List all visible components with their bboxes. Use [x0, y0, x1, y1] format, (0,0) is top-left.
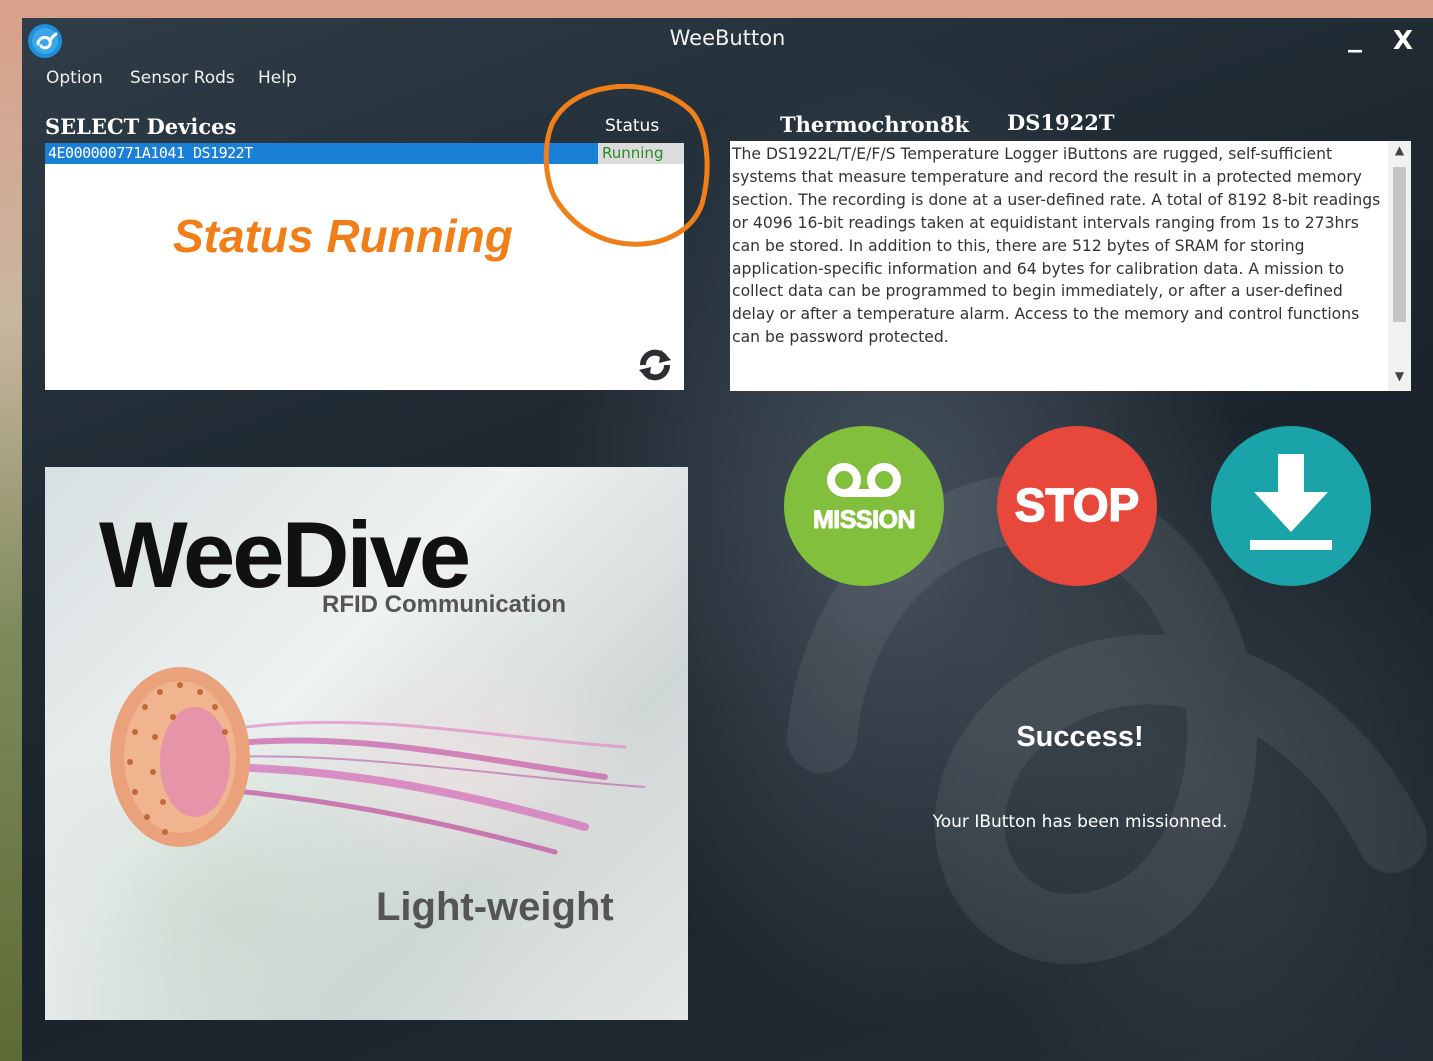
scroll-down-icon[interactable]: ▼	[1388, 369, 1411, 387]
menu-help[interactable]: Help	[258, 68, 297, 88]
mission-label: MISSION	[812, 506, 916, 535]
download-arrow-icon	[1250, 454, 1332, 550]
close-button[interactable]: X	[1388, 26, 1418, 56]
annotation-circle	[543, 84, 710, 247]
status-annotation-text: Status Running	[173, 210, 513, 262]
scroll-up-icon[interactable]: ▲	[1388, 143, 1411, 161]
minimize-button[interactable]: _	[1340, 23, 1370, 56]
device-id: 4E000000771A1041 DS1922T	[48, 144, 253, 162]
device-model: DS1922T	[1007, 110, 1115, 135]
voicemail-icon	[827, 463, 901, 497]
success-message: Your IButton has been missionned.	[932, 812, 1228, 832]
mission-button[interactable]: MISSION	[784, 426, 944, 586]
app-window: WeeButton _ X Option Sensor Rods Help SE…	[22, 18, 1433, 1061]
description-scrollbar[interactable]: ▲ ▼	[1388, 141, 1411, 391]
devices-heading: SELECT Devices	[45, 114, 237, 139]
window-title: WeeButton	[669, 26, 786, 50]
description-box: The DS1922L/T/E/F/S Temperature Logger i…	[730, 141, 1411, 391]
promo-subtitle: RFID Communication	[322, 591, 566, 618]
device-name: Thermochron8k	[780, 112, 970, 137]
success-title: Success!	[1016, 721, 1144, 753]
stop-button[interactable]: STOP	[997, 426, 1157, 586]
download-button[interactable]	[1211, 426, 1371, 586]
refresh-icon[interactable]	[635, 345, 675, 385]
menu-sensor-rods[interactable]: Sensor Rods	[130, 68, 235, 88]
promo-image: WeeDive RFID Communication Light-weight	[45, 467, 688, 1020]
promo-tagline: Light-weight	[376, 885, 614, 929]
jellyfish-illustration	[110, 667, 645, 855]
stop-label: STOP	[1014, 478, 1140, 532]
menu-option[interactable]: Option	[46, 68, 103, 88]
device-description: The DS1922L/T/E/F/S Temperature Logger i…	[732, 145, 1381, 347]
scroll-thumb[interactable]	[1393, 167, 1406, 322]
